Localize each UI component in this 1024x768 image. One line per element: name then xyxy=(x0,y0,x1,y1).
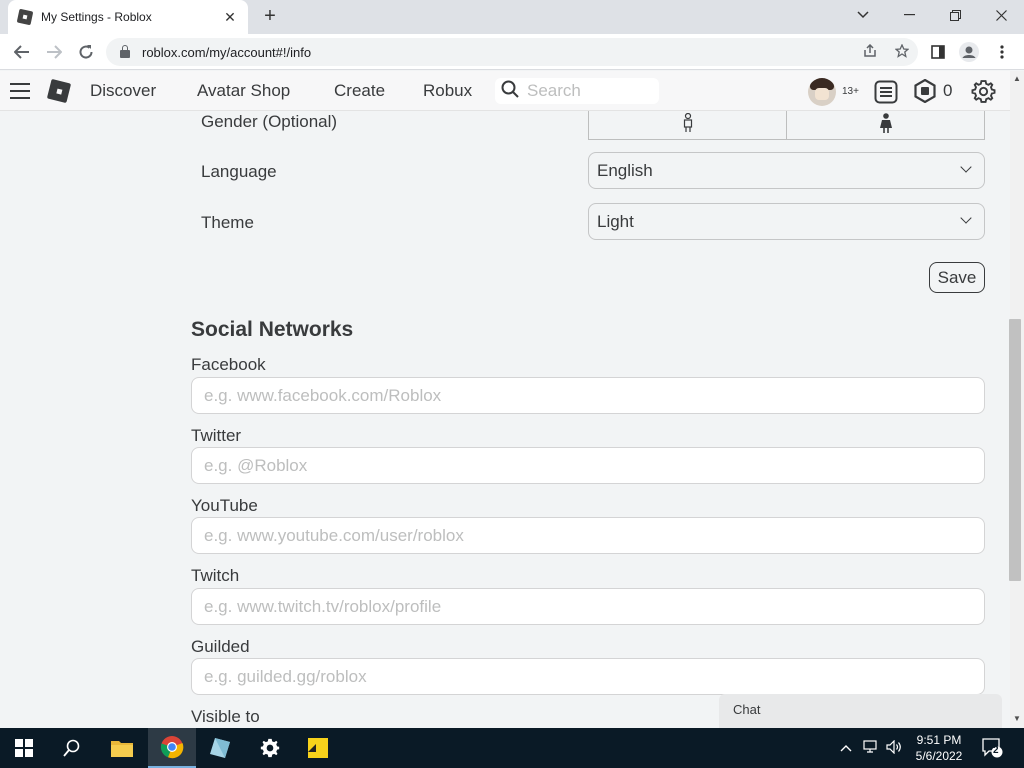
nav-discover[interactable]: Discover xyxy=(90,81,156,101)
nav-robux[interactable]: Robux xyxy=(423,81,472,101)
search-input[interactable]: Search xyxy=(495,78,659,104)
nav-avatar-shop[interactable]: Avatar Shop xyxy=(197,81,290,101)
chat-bar[interactable]: Chat xyxy=(719,694,1002,728)
age-badge: 13+ xyxy=(842,86,859,97)
address-bar-row: roblox.com/my/account#!/info xyxy=(0,34,1024,70)
gender-label: Gender (Optional) xyxy=(201,112,338,131)
theme-select[interactable]: Light xyxy=(588,203,985,240)
robux-icon[interactable] xyxy=(913,78,937,108)
search-placeholder: Search xyxy=(527,81,581,100)
twitch-input[interactable] xyxy=(191,588,985,625)
save-button[interactable]: Save xyxy=(929,262,985,293)
settings-gear-icon[interactable] xyxy=(971,79,996,109)
language-value: English xyxy=(597,160,653,180)
social-networks-title: Social Networks xyxy=(191,318,354,341)
tab-search-icon[interactable] xyxy=(840,0,886,30)
minimize-button[interactable] xyxy=(886,0,932,30)
facebook-input[interactable] xyxy=(191,377,985,414)
search-icon xyxy=(501,80,519,103)
scroll-down-arrow-icon[interactable]: ▼ xyxy=(1012,714,1022,724)
settings-taskbar-icon[interactable] xyxy=(246,728,294,768)
share-icon[interactable] xyxy=(854,43,886,61)
clock-date: 5/6/2022 xyxy=(915,749,963,763)
clock-time: 9:51 PM xyxy=(916,733,962,747)
chat-label: Chat xyxy=(733,702,761,717)
guilded-input[interactable] xyxy=(191,658,985,695)
close-window-button[interactable] xyxy=(978,0,1024,30)
new-tab-button[interactable]: + xyxy=(259,5,281,27)
omnibox[interactable]: roblox.com/my/account#!/info xyxy=(106,38,918,66)
scrollbar-thumb[interactable] xyxy=(1009,319,1021,581)
scroll-up-arrow-icon[interactable]: ▲ xyxy=(1012,74,1022,84)
robux-count: 0 xyxy=(943,81,953,100)
roblox-logo-icon[interactable] xyxy=(46,78,72,104)
search-taskbar-icon[interactable] xyxy=(48,728,96,768)
facebook-label: Facebook xyxy=(191,355,266,374)
roblox-studio-icon[interactable] xyxy=(196,728,244,768)
chevron-down-icon xyxy=(960,161,972,173)
side-panel-icon[interactable] xyxy=(926,40,950,64)
theme-label: Theme xyxy=(201,213,254,232)
language-select[interactable]: English xyxy=(588,152,985,189)
hamburger-menu-icon[interactable] xyxy=(10,83,30,99)
file-explorer-icon[interactable] xyxy=(98,728,146,768)
profile-icon[interactable] xyxy=(957,40,981,64)
reload-button[interactable] xyxy=(74,40,98,64)
avatar[interactable] xyxy=(808,78,836,106)
guilded-label: Guilded xyxy=(191,637,250,656)
restore-button[interactable] xyxy=(932,0,978,30)
notification-count: 2 xyxy=(993,745,999,756)
youtube-input[interactable] xyxy=(191,517,985,554)
browser-menu-icon[interactable] xyxy=(990,40,1014,64)
browser-tab[interactable]: My Settings - Roblox ✕ xyxy=(8,0,248,34)
gender-male-button[interactable] xyxy=(588,111,787,140)
theme-value: Light xyxy=(597,211,634,231)
twitter-input[interactable] xyxy=(191,447,985,484)
twitch-label: Twitch xyxy=(191,566,240,585)
nav-create[interactable]: Create xyxy=(334,81,385,101)
notifications-list-icon[interactable] xyxy=(874,80,898,109)
volume-icon[interactable] xyxy=(886,739,902,757)
bookmark-star-icon[interactable] xyxy=(886,42,918,61)
chrome-icon[interactable] xyxy=(148,728,196,768)
chevron-up-icon[interactable] xyxy=(840,740,852,755)
roblox-favicon-icon xyxy=(16,8,34,26)
network-icon[interactable] xyxy=(863,740,879,757)
taskbar-clock[interactable]: 9:51 PM 5/6/2022 xyxy=(910,732,968,764)
chevron-down-icon xyxy=(960,212,972,224)
tab-title: My Settings - Roblox xyxy=(41,10,152,24)
twitter-label: Twitter xyxy=(191,426,242,445)
back-button[interactable] xyxy=(10,40,34,64)
forward-button[interactable] xyxy=(42,40,66,64)
notification-center-icon[interactable]: 2 xyxy=(982,738,1004,761)
tab-close-icon[interactable]: ✕ xyxy=(222,9,238,26)
browser-tab-bar: My Settings - Roblox ✕ + xyxy=(0,0,1024,34)
visible-to-label: Visible to xyxy=(191,707,260,726)
windows-start-icon[interactable] xyxy=(0,728,48,768)
lock-icon xyxy=(120,45,130,58)
url-text[interactable]: roblox.com/my/account#!/info xyxy=(142,45,854,60)
language-label: Language xyxy=(201,162,277,181)
windows-taskbar: 9:51 PM 5/6/2022 2 xyxy=(0,728,1024,768)
male-icon xyxy=(682,112,694,138)
sticky-notes-icon[interactable] xyxy=(294,728,342,768)
female-icon xyxy=(879,112,893,138)
youtube-label: YouTube xyxy=(191,496,258,515)
gender-female-button[interactable] xyxy=(786,111,985,140)
